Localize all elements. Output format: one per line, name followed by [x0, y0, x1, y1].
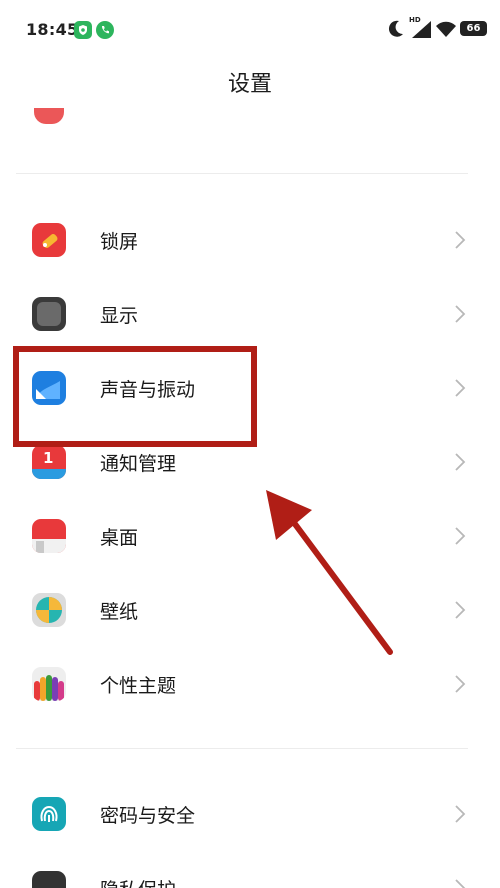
section-divider [16, 173, 468, 174]
privacy-icon [32, 871, 66, 888]
settings-item-label: 锁屏 [100, 231, 139, 253]
battery-indicator: 66 [460, 21, 487, 36]
hd-label: HD [409, 16, 421, 24]
section-divider [16, 748, 468, 749]
chevron-right-icon [455, 601, 466, 619]
chevron-right-icon [455, 231, 466, 249]
settings-item-password-security[interactable]: 密码与安全 [0, 777, 500, 851]
settings-item-label: 个性主题 [100, 675, 177, 697]
settings-item-lock-screen[interactable]: 锁屏 [0, 203, 500, 277]
vpn-shield-icon [74, 21, 92, 39]
chevron-right-icon [455, 453, 466, 471]
chevron-right-icon [455, 305, 466, 323]
chevron-right-icon [455, 379, 466, 397]
chevron-right-icon [455, 805, 466, 823]
phone-app-icon [96, 21, 114, 39]
partial-item-icon [34, 108, 64, 124]
settings-item-display[interactable]: 显示 [0, 277, 500, 351]
lock-screen-icon [32, 223, 66, 257]
settings-item-label: 桌面 [100, 527, 139, 549]
status-indicators: HD 66 [300, 16, 500, 42]
settings-item-privacy[interactable]: 隐私保护 [0, 851, 500, 888]
desktop-icon [32, 519, 66, 553]
moon-icon [388, 20, 403, 37]
settings-item-wallpaper[interactable]: 壁纸 [0, 573, 500, 647]
page-title: 设置 [227, 72, 272, 97]
settings-item-label: 通知管理 [100, 453, 177, 475]
settings-item-label: 密码与安全 [100, 805, 196, 827]
display-icon [32, 297, 66, 331]
chevron-right-icon [455, 675, 466, 693]
status-time: 18:45 [26, 20, 79, 39]
notification-badge-number: 1 [43, 449, 54, 467]
password-security-icon [32, 797, 66, 831]
annotation-highlight-box [13, 346, 257, 447]
settings-item-theme[interactable]: 个性主题 [0, 647, 500, 721]
theme-icon [32, 667, 66, 701]
chevron-right-icon [455, 879, 466, 888]
status-bar: 18:45 HD 66 [0, 0, 500, 60]
settings-item-desktop[interactable]: 桌面 [0, 499, 500, 573]
settings-item-label: 隐私保护 [100, 875, 176, 888]
wifi-icon [436, 21, 456, 37]
chevron-right-icon [455, 527, 466, 545]
settings-item-label: 壁纸 [100, 601, 139, 623]
wallpaper-icon [32, 593, 66, 627]
settings-item-label: 显示 [100, 305, 139, 327]
